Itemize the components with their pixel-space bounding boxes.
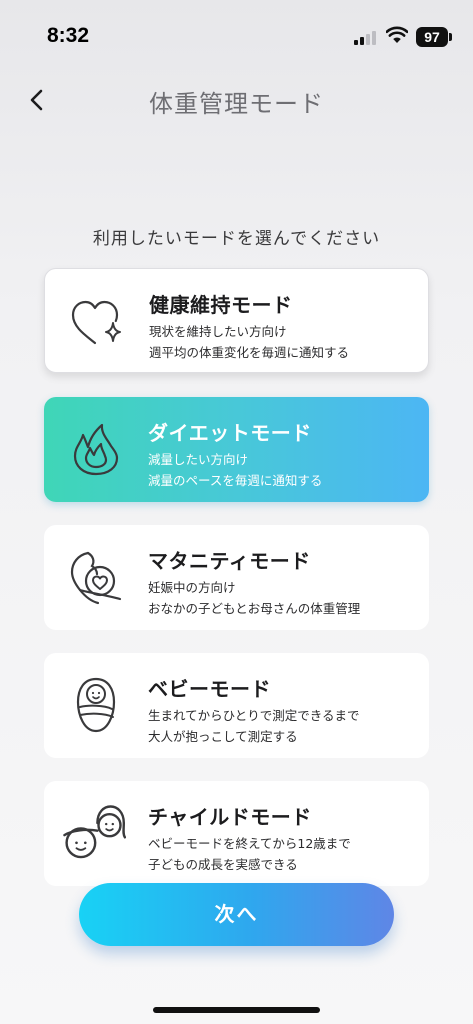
mode-title: 健康維持モード bbox=[149, 293, 293, 317]
signal-icon bbox=[354, 29, 378, 45]
mode-description: 減量のペースを毎週に通知する bbox=[148, 473, 323, 488]
mode-card-baby[interactable]: ベビーモード 生まれてからひとりで測定できるまで 大人が抱っこして測定する bbox=[44, 653, 429, 758]
mode-description: ベビーモードを終えてから12歳まで bbox=[148, 836, 351, 851]
next-button[interactable]: 次へ bbox=[79, 883, 394, 946]
pregnancy-icon bbox=[70, 551, 122, 605]
mode-description: おなかの子どもとお母さんの体重管理 bbox=[148, 601, 361, 616]
mode-description: 妊娠中の方向け bbox=[148, 580, 236, 595]
wifi-icon bbox=[386, 26, 408, 43]
mode-card-child[interactable]: チャイルドモード ベビーモードを終えてから12歳まで 子どもの成長を実感できる bbox=[44, 781, 429, 886]
swaddled-baby-icon bbox=[76, 677, 116, 733]
mode-title: ダイエットモード bbox=[148, 421, 312, 445]
children-icon bbox=[63, 805, 126, 859]
battery-tip bbox=[449, 33, 452, 41]
mode-description: 週平均の体重変化を毎週に通知する bbox=[149, 345, 350, 360]
mode-card-maternity[interactable]: マタニティモード 妊娠中の方向け おなかの子どもとお母さんの体重管理 bbox=[44, 525, 429, 630]
heart-sparkle-icon bbox=[71, 300, 121, 345]
status-bar: 8:32 97 bbox=[0, 0, 473, 60]
mode-title: マタニティモード bbox=[148, 549, 311, 573]
mode-description: 生まれてからひとりで測定できるまで bbox=[148, 708, 360, 723]
mode-description: 子どもの成長を実感できる bbox=[148, 857, 298, 872]
mode-card-diet[interactable]: ダイエットモード 減量したい方向け 減量のペースを毎週に通知する bbox=[44, 397, 429, 502]
mode-card-health-maintenance[interactable]: 健康維持モード 現状を維持したい方向け 週平均の体重変化を毎週に通知する bbox=[44, 268, 429, 373]
mode-description: 現状を維持したい方向け bbox=[149, 324, 287, 339]
status-time: 8:32 bbox=[47, 24, 90, 47]
mode-title: チャイルドモード bbox=[148, 805, 312, 829]
page-title: 体重管理モード bbox=[149, 90, 324, 118]
flame-icon bbox=[73, 423, 119, 476]
mode-description: 大人が抱っこして測定する bbox=[148, 729, 298, 744]
mode-title: ベビーモード bbox=[148, 677, 271, 701]
home-indicator bbox=[153, 1007, 320, 1013]
mode-prompt: 利用したいモードを選んでください bbox=[92, 229, 381, 249]
battery-level: 97 bbox=[416, 27, 448, 47]
mode-description: 減量したい方向け bbox=[148, 452, 249, 467]
